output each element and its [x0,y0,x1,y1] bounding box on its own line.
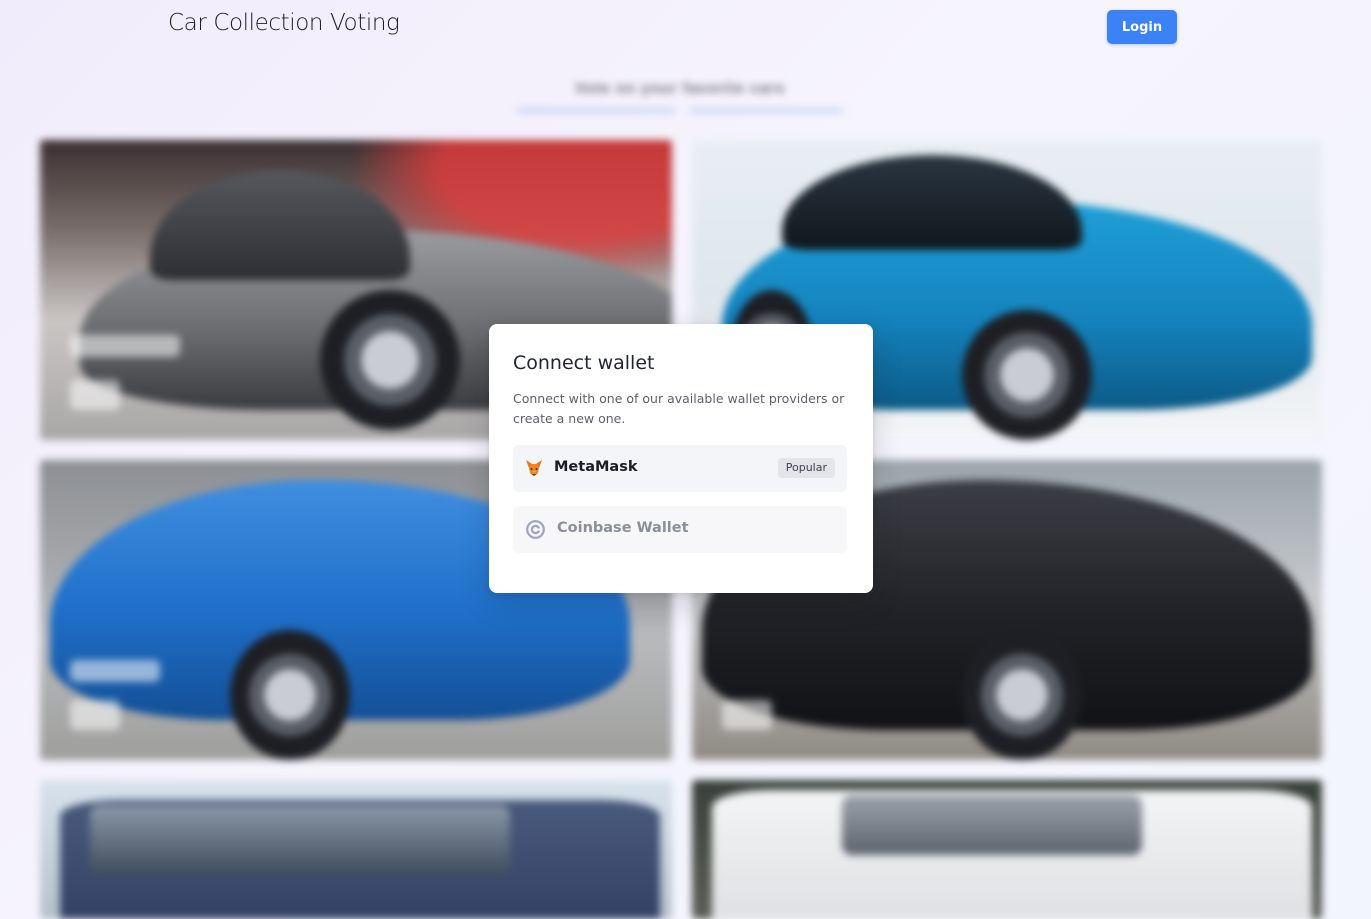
popular-badge: Popular [777,458,835,478]
login-button[interactable]: Login [1107,10,1177,44]
top-bar: Car Collection Voting Login [0,0,1371,56]
modal-description: Connect with one of our available wallet… [513,391,845,426]
app-title: Car Collection Voting [168,10,400,36]
tab-underline-left [517,109,675,112]
car-card [692,780,1322,919]
tab-underline-right [690,109,842,112]
page-subtitle: Vote on your favorite cars [575,80,785,97]
modal-title: Connect wallet [513,352,655,374]
metamask-fox-icon [525,459,543,477]
wallet-option-coinbase[interactable]: Coinbase Wallet [513,506,847,553]
wallet-name: Coinbase Wallet [557,520,689,536]
wallet-option-metamask[interactable]: MetaMask Popular [513,445,847,492]
coinbase-icon [526,520,545,539]
car-card [40,780,672,919]
connect-wallet-modal: Connect wallet Connect with one of our a… [489,324,873,593]
wallet-name: MetaMask [554,459,638,475]
